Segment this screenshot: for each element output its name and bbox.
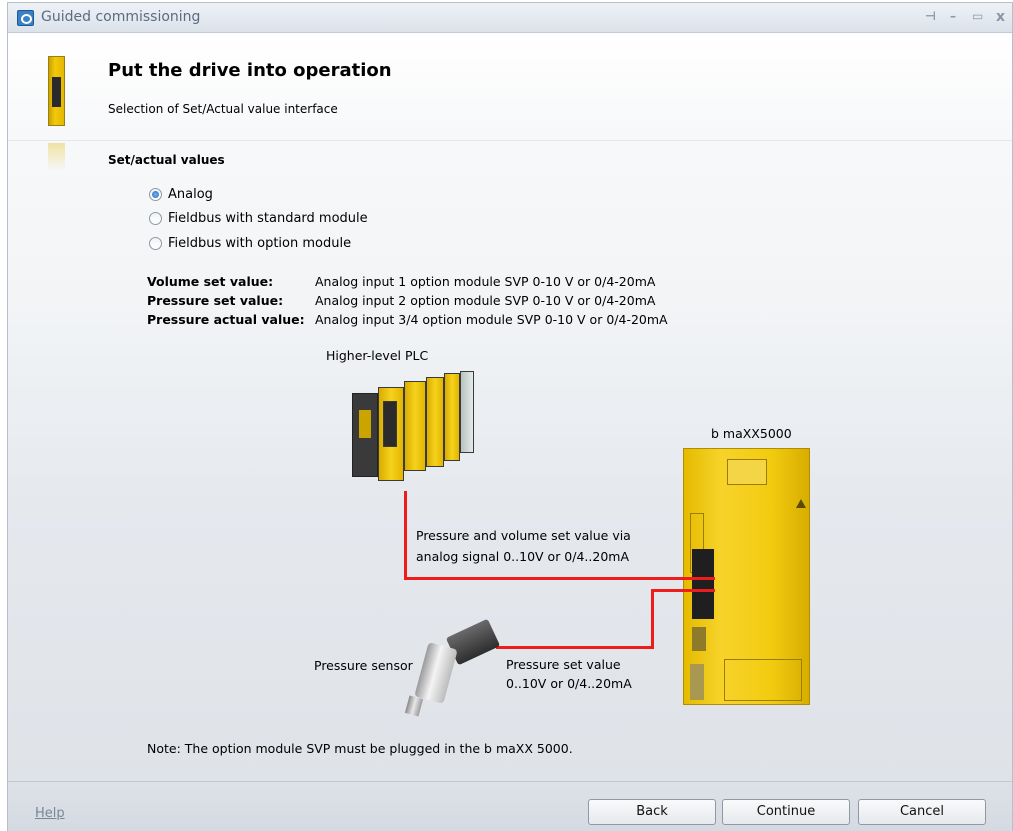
radio-label: Fieldbus with standard module (168, 211, 368, 226)
sensor-wire-vertical (651, 589, 654, 649)
radio-label: Analog (168, 187, 213, 202)
sensor-signal-line1: Pressure set value (506, 657, 621, 672)
footer-bar: Help Back Continue Cancel (8, 781, 1012, 831)
assignment-value: Analog input 3/4 option module SVP 0-10 … (315, 312, 668, 327)
drive-label: b maXX5000 (711, 426, 792, 441)
radio-unselected-icon[interactable] (149, 212, 162, 225)
app-icon (17, 10, 34, 26)
drive-thumbnail-reflection (48, 143, 65, 171)
page-subtitle: Selection of Set/Actual value interface (108, 102, 338, 116)
section-title: Set/actual values (108, 153, 225, 167)
help-link[interactable]: Help (35, 806, 65, 821)
maximize-icon[interactable]: ▭ (972, 9, 983, 23)
continue-button[interactable]: Continue (722, 799, 850, 825)
radio-selected-icon[interactable] (149, 188, 162, 201)
note-text: Note: The option module SVP must be plug… (147, 741, 573, 756)
drive-thumbnail-icon (48, 56, 65, 126)
page-header: Put the drive into operation Selection o… (8, 34, 1012, 141)
minimize-icon[interactable]: – (950, 9, 956, 23)
assignment-label: Volume set value: (147, 274, 274, 289)
close-icon[interactable]: x (996, 9, 1005, 25)
guided-commissioning-window: Guided commissioning ⊣ – ▭ x Put the dri… (7, 2, 1013, 831)
sensor-signal-line2: 0..10V or 0/4..20mA (506, 676, 632, 691)
back-button[interactable]: Back (588, 799, 716, 825)
sensor-label: Pressure sensor (314, 658, 413, 673)
assignment-value: Analog input 2 option module SVP 0-10 V … (315, 293, 656, 308)
plc-image (346, 371, 476, 483)
assignment-label: Pressure set value: (147, 293, 284, 308)
window-title: Guided commissioning (41, 9, 201, 25)
signal-label-line2: analog signal 0..10V or 0/4..20mA (416, 549, 630, 564)
radio-fieldbus-option[interactable]: Fieldbus with option module (149, 236, 351, 251)
title-bar: Guided commissioning ⊣ – ▭ x (8, 3, 1012, 33)
radio-fieldbus-standard[interactable]: Fieldbus with standard module (149, 211, 368, 226)
sensor-wire-top (651, 589, 715, 592)
plc-label: Higher-level PLC (326, 348, 429, 363)
assignment-value: Analog input 1 option module SVP 0-10 V … (315, 274, 656, 289)
plc-wire-vertical (404, 491, 407, 580)
page-title: Put the drive into operation (108, 60, 392, 81)
assignment-label: Pressure actual value: (147, 312, 305, 327)
sensor-wire-horizontal (496, 646, 653, 649)
plc-wire-horizontal (404, 577, 715, 580)
cancel-button[interactable]: Cancel (858, 799, 986, 825)
radio-unselected-icon[interactable] (149, 237, 162, 250)
signal-label-line1: Pressure and volume set value via (416, 528, 631, 543)
radio-analog[interactable]: Analog (149, 187, 213, 202)
pressure-sensor-image (403, 618, 503, 719)
radio-label: Fieldbus with option module (168, 236, 352, 251)
pin-icon[interactable]: ⊣ (925, 9, 936, 23)
